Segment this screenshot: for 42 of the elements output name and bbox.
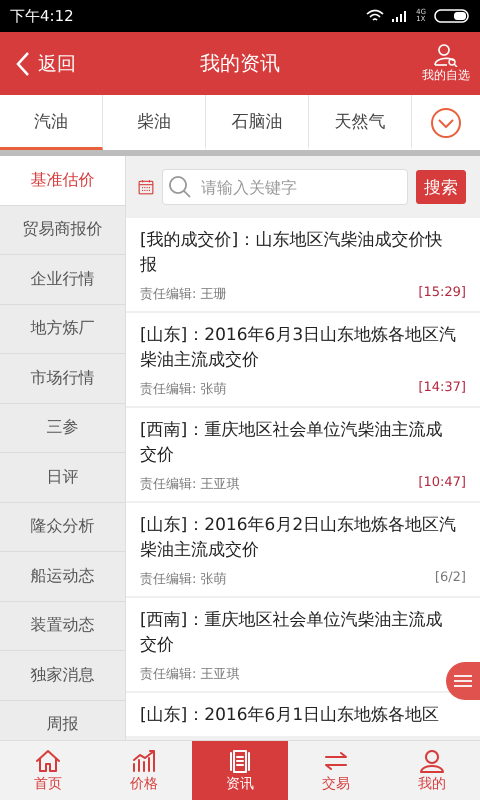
article-editor: 责任编辑: 张萌 [140, 571, 227, 588]
category-tab[interactable]: 汽油 [0, 95, 103, 150]
battery-icon [434, 9, 470, 23]
person-icon [419, 748, 445, 772]
search-field[interactable]: 请输入关键字 [162, 169, 408, 205]
page-title: 我的资讯 [200, 51, 280, 75]
article-title: [山东]：2016年6月1日山东地炼各地区 [140, 704, 440, 727]
wifi-icon [366, 9, 384, 23]
search-icon [168, 175, 192, 199]
article-editor: 责任编辑: 张萌 [140, 381, 227, 398]
article-title: [山东]：2016年6月2日山东地炼各地区汽柴油主流成交价 [140, 514, 458, 562]
article-time: [15:29] [418, 285, 466, 302]
article-time: [10:47] [418, 475, 466, 492]
article-card[interactable]: [西南]：重庆地区社会单位汽柴油主流成交价 责任编辑: 王亚琪 [126, 598, 480, 691]
article-card[interactable]: [我的成交价]：山东地区汽柴油成交价快报 责任编辑: 王珊 [15:29] [126, 218, 480, 311]
article-title: [山东]：2016年6月3日山东地炼各地区汽柴油主流成交价 [140, 324, 458, 372]
menu-icon [454, 674, 472, 688]
chart-icon [131, 748, 157, 772]
article-editor: 责任编辑: 王珊 [140, 286, 227, 303]
sidebar-item[interactable]: 基准估价 [0, 156, 125, 206]
article-time: [6/2] [434, 570, 466, 587]
expand-icon[interactable] [430, 106, 462, 138]
article-card[interactable]: [山东]：2016年6月1日山东地炼各地区 [126, 693, 480, 736]
status-time: 下午4:12 [10, 6, 74, 26]
article-title: [我的成交价]：山东地区汽柴油成交价快报 [140, 229, 444, 277]
back-icon [16, 50, 30, 76]
user-search-icon [433, 43, 459, 67]
signal-icon [392, 10, 408, 22]
article-editor: 责任编辑: 王亚琪 [140, 476, 240, 493]
article-card[interactable]: [山东]：2016年6月2日山东地炼各地区汽柴油主流成交价 责任编辑: 张萌 [6/2] [126, 503, 480, 596]
article-card[interactable]: [西南]：重庆地区社会单位汽柴油主流成交价 责任编辑: 王亚琪 [10:47] [126, 408, 480, 501]
nav-tab[interactable]: 资讯 [192, 741, 288, 800]
search-button[interactable]: 搜索 [416, 170, 466, 204]
document-icon [227, 748, 253, 772]
article-time: [14:37] [418, 380, 466, 397]
article-card[interactable]: [山东]：2016年6月3日山东地炼各地区汽柴油主流成交价 责任编辑: 张萌 [14:37] [126, 313, 480, 406]
home-icon [35, 748, 61, 772]
favorites-button[interactable]: 我的自选 [422, 43, 470, 84]
article-editor: 责任编辑: 王亚琪 [140, 666, 240, 683]
article-title: [西南]：重庆地区社会单位汽柴油主流成交价 [140, 609, 444, 657]
back-button[interactable]: 返回 [16, 50, 76, 76]
article-title: [西南]：重庆地区社会单位汽柴油主流成交价 [140, 419, 444, 467]
